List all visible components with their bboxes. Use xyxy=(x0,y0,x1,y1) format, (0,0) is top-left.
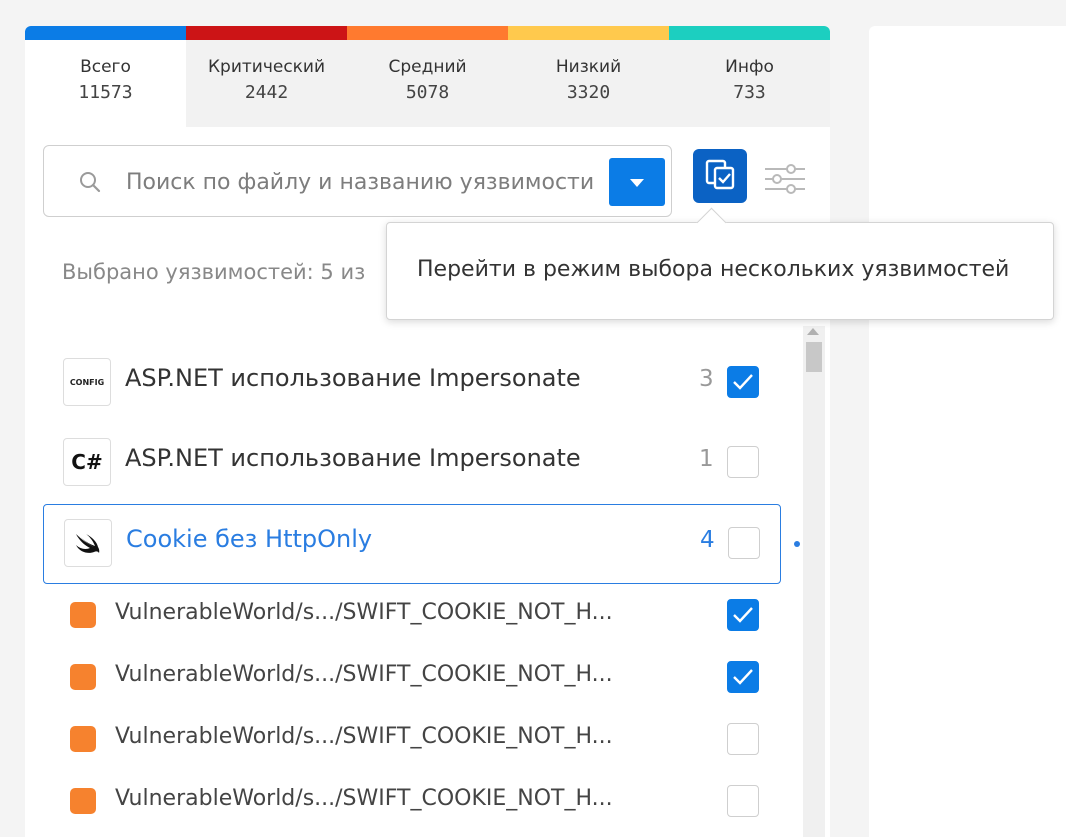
scroll-up-icon[interactable] xyxy=(807,328,819,335)
file-row[interactable]: VulnerableWorld/s.../SWIFT_COOKIE_NOT_H.… xyxy=(43,708,781,770)
search-icon xyxy=(78,170,102,194)
tab-label: Низкий xyxy=(555,57,622,77)
group-title: Cookie без HttpOnly xyxy=(126,525,373,553)
multi-select-mode-button[interactable] xyxy=(693,149,747,203)
tab-critical[interactable]: Критический 2442 xyxy=(186,40,347,127)
group-checkbox[interactable] xyxy=(727,446,759,478)
tab-count: 733 xyxy=(733,82,766,103)
severity-medium-marker xyxy=(70,664,96,690)
scrollbar[interactable] xyxy=(803,326,825,837)
group-count: 3 xyxy=(699,366,714,392)
tab-count: 11573 xyxy=(78,82,133,103)
tab-label: Критический xyxy=(207,57,326,77)
chevron-down-icon xyxy=(630,173,644,192)
severity-medium-marker xyxy=(70,602,96,628)
sliders-icon xyxy=(761,164,809,207)
search-mode-dropdown-button[interactable] xyxy=(609,158,665,206)
check-icon xyxy=(733,374,753,390)
group-checkbox[interactable] xyxy=(728,527,760,559)
file-path: VulnerableWorld/s.../SWIFT_COOKIE_NOT_H.… xyxy=(115,662,613,687)
file-path: VulnerableWorld/s.../SWIFT_COOKIE_NOT_H.… xyxy=(115,724,613,749)
file-path: VulnerableWorld/s.../SWIFT_COOKIE_NOT_H.… xyxy=(115,600,613,625)
severity-medium-marker xyxy=(70,726,96,752)
tab-label: Средний xyxy=(388,57,467,77)
tab-all[interactable]: Всего 11573 xyxy=(25,40,186,127)
list-item[interactable]: CONFIG ASP.NET использование Impersonate… xyxy=(43,344,781,424)
tab-low[interactable]: Низкий 3320 xyxy=(508,40,669,127)
file-row[interactable]: VulnerableWorld/s.../SWIFT_COOKIE_NOT_H.… xyxy=(43,646,781,708)
search-row xyxy=(43,145,813,217)
active-indicator-dot xyxy=(794,541,800,547)
vulnerability-panel: Всего 11573 Критический 2442 Средний 507… xyxy=(25,26,830,837)
severity-critical-color xyxy=(186,26,347,40)
severity-info-color xyxy=(669,26,830,40)
file-path: VulnerableWorld/s.../SWIFT_COOKIE_NOT_H.… xyxy=(115,786,613,811)
file-checkbox[interactable] xyxy=(727,661,759,693)
multi-select-icon xyxy=(703,157,737,195)
tab-count: 2442 xyxy=(244,82,289,103)
details-panel xyxy=(869,26,1066,837)
list-item-selected[interactable]: Cookie без HttpOnly 4 xyxy=(43,504,800,584)
group-title: ASP.NET использование Impersonate xyxy=(125,364,581,392)
severity-all-color xyxy=(25,26,186,40)
severity-low-color xyxy=(508,26,669,40)
csharp-icon-label: C# xyxy=(71,450,103,474)
file-checkbox[interactable] xyxy=(727,599,759,631)
check-icon xyxy=(733,669,753,685)
file-checkbox[interactable] xyxy=(727,785,759,817)
tab-medium[interactable]: Средний 5078 xyxy=(347,40,508,127)
tooltip-text: Перейти в режим выбора нескольких уязвим… xyxy=(417,257,1010,282)
severity-medium-marker xyxy=(70,788,96,814)
severity-color-bar xyxy=(25,26,830,40)
tab-info[interactable]: Инфо 733 xyxy=(669,40,830,127)
tab-label: Инфо xyxy=(725,57,774,77)
scrollbar-thumb[interactable] xyxy=(806,342,822,372)
selected-count-text: Выбрано уязвимостей: 5 из xyxy=(62,260,366,284)
csharp-icon: C# xyxy=(63,438,111,486)
config-icon-label: CONFIG xyxy=(69,377,105,387)
swift-icon xyxy=(64,519,112,567)
file-checkbox[interactable] xyxy=(727,723,759,755)
file-row[interactable]: VulnerableWorld/s.../SWIFT_COOKIE_NOT_H.… xyxy=(43,770,781,832)
list-item[interactable]: C# ASP.NET использование Impersonate 1 xyxy=(43,424,781,504)
search-input[interactable] xyxy=(126,164,606,200)
group-title: ASP.NET использование Impersonate xyxy=(125,444,581,472)
tooltip: Перейти в режим выбора нескольких уязвим… xyxy=(386,207,1054,320)
group-count: 4 xyxy=(700,527,715,553)
filter-settings-button[interactable] xyxy=(761,155,809,203)
tab-count: 5078 xyxy=(405,82,450,103)
check-icon xyxy=(733,607,753,623)
group-checkbox[interactable] xyxy=(727,366,759,398)
tab-count: 3320 xyxy=(566,82,611,103)
tab-label: Всего xyxy=(80,57,131,77)
severity-tabs: Всего 11573 Критический 2442 Средний 507… xyxy=(25,40,830,127)
severity-medium-color xyxy=(347,26,508,40)
group-count: 1 xyxy=(699,446,714,472)
file-row[interactable]: VulnerableWorld/s.../SWIFT_COOKIE_NOT_H.… xyxy=(43,584,781,646)
config-file-icon: CONFIG xyxy=(63,358,111,406)
search-box xyxy=(43,145,672,217)
